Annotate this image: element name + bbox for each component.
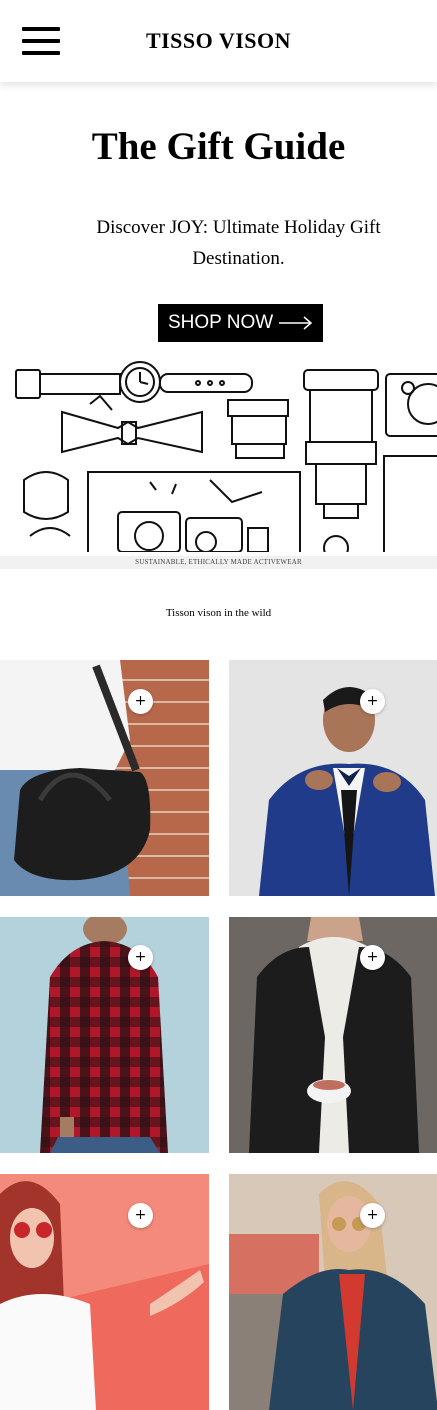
red-sunglasses-image	[0, 1174, 209, 1410]
add-button[interactable]: +	[360, 689, 385, 714]
tagline-bar: SUSTAINABLE, ETHICALLY MADE ACTIVEWEAR	[0, 556, 437, 569]
blue-tuxedo-image	[229, 660, 437, 896]
shop-now-button[interactable]: SHOP NOW	[158, 304, 323, 342]
brand-logo[interactable]: TISSO VISON	[0, 28, 437, 54]
leather-bag-photo[interactable]: +	[0, 660, 209, 896]
leather-jacket-photo[interactable]: +	[229, 917, 437, 1153]
denim-jacket-image	[229, 1174, 437, 1410]
add-button[interactable]: +	[360, 945, 385, 970]
hero-subtitle: Discover JOY: Ultimate Holiday Gift Dest…	[96, 217, 381, 269]
gallery-heading: Tisson vison in the wild	[165, 607, 272, 619]
blue-tuxedo-photo[interactable]: +	[229, 660, 437, 896]
hero-title: The Gift Guide	[91, 125, 346, 168]
arrow-right-icon	[279, 316, 313, 330]
add-button[interactable]: +	[128, 689, 153, 714]
add-button[interactable]: +	[360, 1203, 385, 1228]
add-button[interactable]: +	[128, 1203, 153, 1228]
red-flannel-image	[0, 917, 209, 1153]
leather-bag-image	[0, 660, 209, 896]
red-sunglasses-photo[interactable]: +	[0, 1174, 209, 1410]
add-button[interactable]: +	[128, 945, 153, 970]
leather-jacket-image	[229, 917, 437, 1153]
denim-jacket-photo[interactable]: +	[229, 1174, 437, 1410]
shop-now-label: SHOP NOW	[168, 312, 274, 333]
site-header: TISSO VISON	[0, 0, 437, 82]
gift-illustration	[15, 361, 437, 552]
red-flannel-photo[interactable]: +	[0, 917, 209, 1153]
